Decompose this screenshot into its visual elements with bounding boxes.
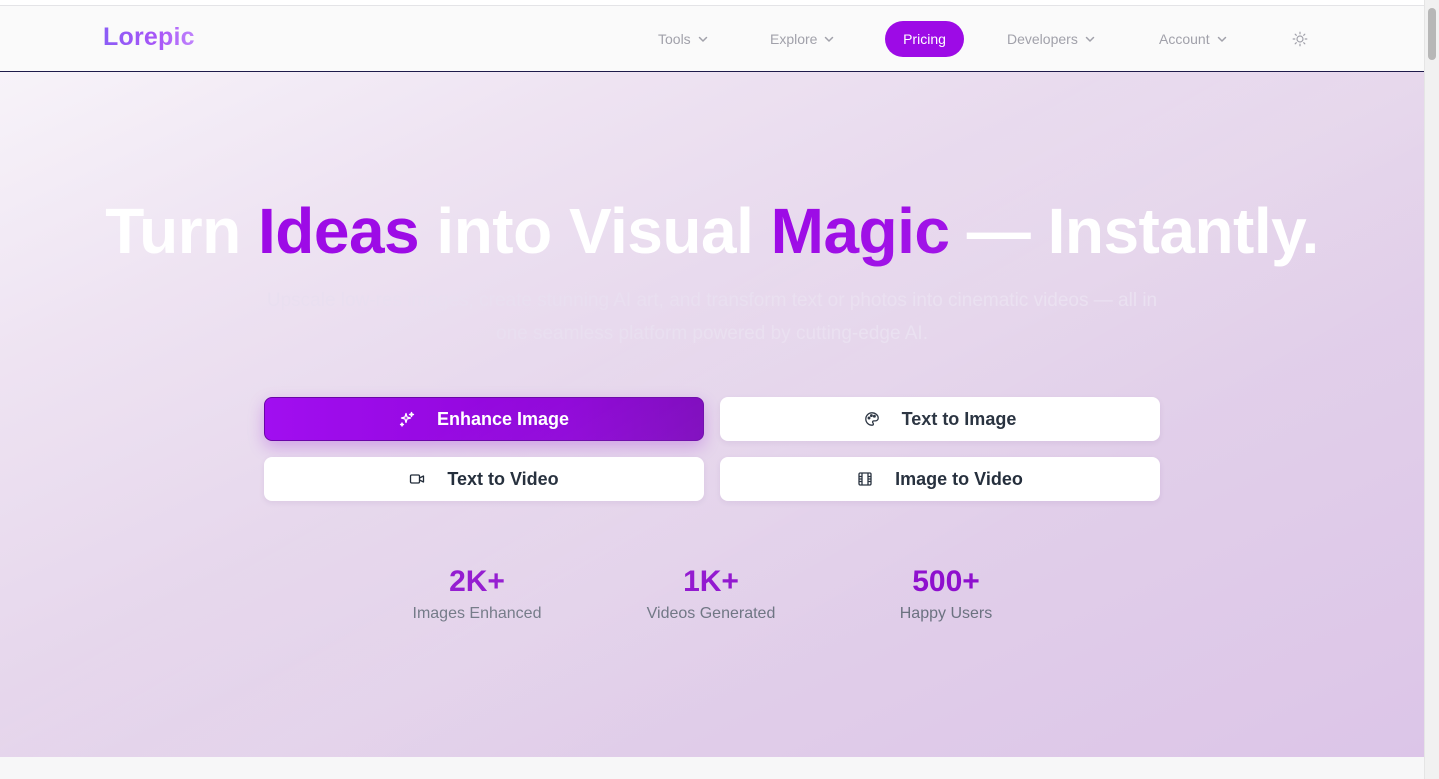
hero-section: Turn Ideas into Visual Magic — Instantly… [0, 72, 1424, 757]
scrollbar-thumb[interactable] [1428, 8, 1436, 60]
text-to-image-button[interactable]: Text to Image [720, 397, 1160, 441]
nav-developers-label: Developers [1007, 31, 1078, 47]
brand-logo[interactable]: Lorepic [103, 23, 195, 52]
headline-highlight: Magic [770, 195, 950, 267]
headline-text: into Visual [419, 195, 771, 267]
sparkles-icon [399, 411, 415, 427]
film-icon [858, 472, 872, 486]
nav-tools-label: Tools [658, 31, 691, 47]
theme-toggle-button[interactable] [1289, 28, 1311, 50]
headline-text: — Instantly. [949, 195, 1319, 267]
stat-label: Videos Generated [646, 605, 776, 622]
headline-highlight: Ideas [257, 195, 420, 267]
stat-value: 1K+ [683, 565, 739, 598]
nav-account-label: Account [1159, 31, 1210, 47]
hero-subtitle: Upscale low-res images, create stunning … [266, 290, 1158, 344]
page-scrollbar[interactable] [1424, 0, 1439, 779]
text-to-image-label: Text to Image [901, 408, 1017, 429]
image-to-video-button[interactable]: Image to Video [720, 457, 1160, 501]
hero-headline: Turn Ideas into Visual Magic — Instantly… [0, 192, 1424, 270]
stat-videos-generated: 1K+ Videos Generated [601, 564, 821, 623]
chevron-down-icon [1085, 36, 1095, 42]
stat-images-enhanced: 2K+ Images Enhanced [367, 564, 587, 623]
palette-icon [864, 412, 879, 426]
chevron-down-icon [698, 36, 707, 42]
sun-icon [1292, 31, 1308, 47]
top-strip [0, 0, 1424, 6]
enhance-image-label: Enhance Image [436, 408, 570, 429]
text-to-video-label: Text to Video [447, 468, 559, 489]
enhance-image-button[interactable]: Enhance Image [264, 397, 704, 441]
stat-label: Happy Users [899, 605, 993, 622]
page: Lorepic Tools Explore Pricing Developers… [0, 0, 1424, 779]
stat-label: Images Enhanced [412, 605, 542, 622]
nav-explore[interactable]: Explore [770, 29, 835, 49]
nav-account[interactable]: Account [1159, 29, 1228, 49]
video-camera-icon [410, 474, 425, 484]
stat-value: 2K+ [449, 565, 505, 598]
stat-happy-users: 500+ Happy Users [836, 564, 1056, 623]
pricing-button[interactable]: Pricing [885, 21, 964, 57]
next-section [0, 757, 1424, 779]
headline-text: Turn [105, 195, 258, 267]
chevron-down-icon [825, 36, 834, 42]
text-to-video-button[interactable]: Text to Video [264, 457, 704, 501]
nav-tools[interactable]: Tools [658, 29, 709, 49]
stat-value: 500+ [912, 565, 980, 598]
image-to-video-label: Image to Video [895, 468, 1023, 489]
nav-explore-label: Explore [770, 31, 818, 47]
chevron-down-icon [1217, 36, 1226, 42]
nav-developers[interactable]: Developers [1007, 29, 1096, 49]
navbar: Lorepic Tools Explore Pricing Developers… [0, 7, 1424, 72]
